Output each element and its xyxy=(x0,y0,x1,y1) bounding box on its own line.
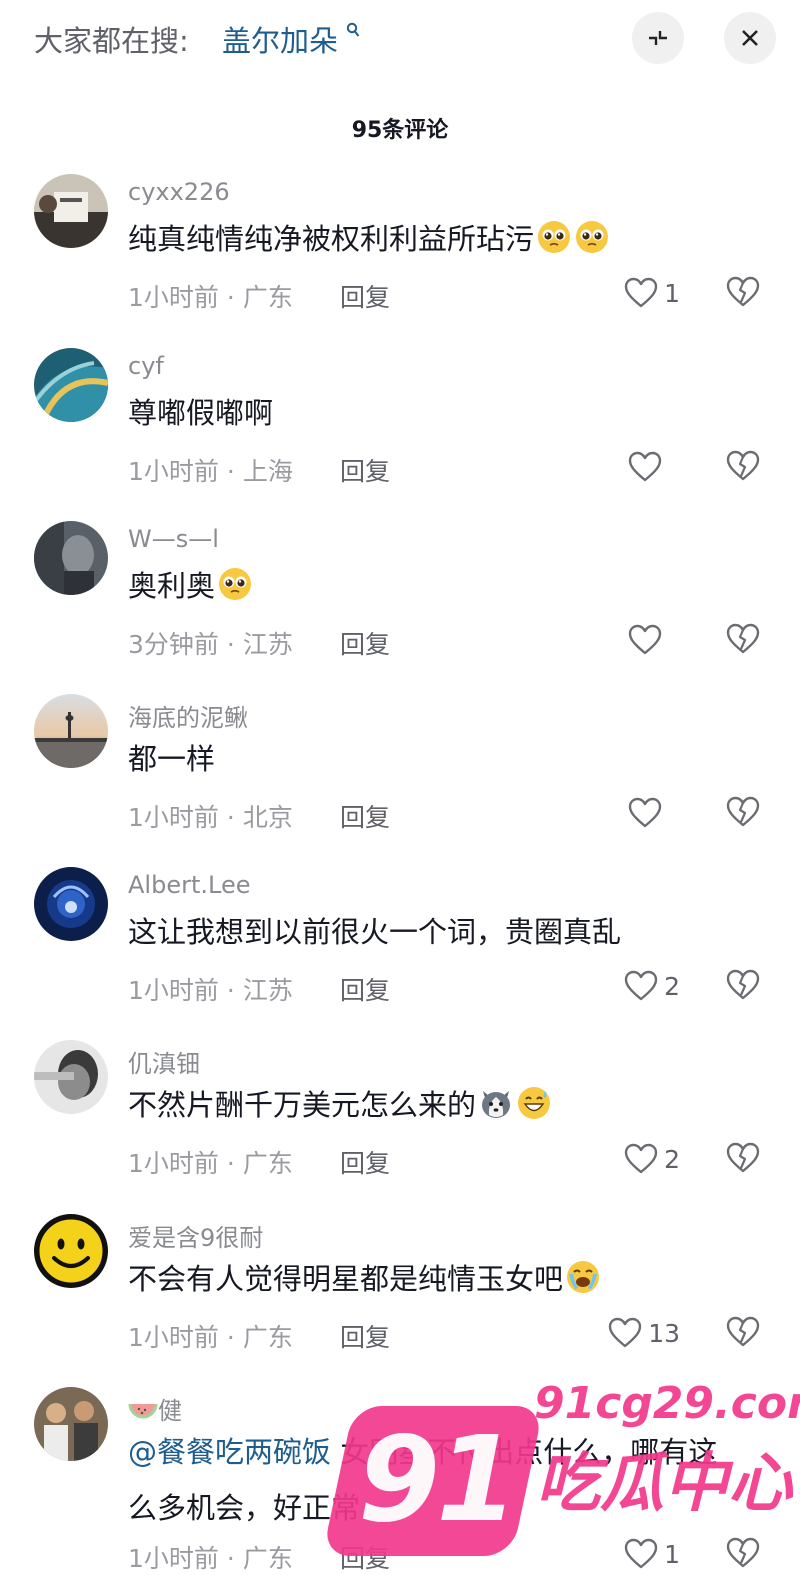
comment-meta: 1小时前 · 广东 xyxy=(128,1544,293,1573)
grinning-sweat-face-icon xyxy=(516,1085,552,1121)
watermelon-icon xyxy=(128,1403,158,1419)
reply-button[interactable]: 回复 xyxy=(340,1318,390,1354)
reply-button[interactable]: 回复 xyxy=(340,452,390,488)
comment-username[interactable]: Albert.Lee xyxy=(128,871,250,899)
comment-meta: 3分钟前 · 江苏 xyxy=(128,630,293,659)
like-count: 1 xyxy=(664,1539,680,1569)
comment-meta: 1小时前 · 北京 xyxy=(128,803,293,832)
heart-icon xyxy=(624,1143,658,1175)
like-count: 1 xyxy=(664,278,680,308)
reply-button[interactable]: 回复 xyxy=(340,625,390,661)
comment-count-title: 95条评论 xyxy=(351,118,449,143)
husky-face-icon xyxy=(478,1085,514,1121)
comment-username[interactable]: W—s—l xyxy=(128,525,219,553)
reply-button[interactable]: 回复 xyxy=(340,798,390,834)
comment-item: Albert.Lee 这让我想到以前很火一个词，贵圈真乱 1小时前 · 江苏 回复 … xyxy=(0,867,800,1037)
pleading-face-icon xyxy=(574,219,610,255)
comment-username[interactable]: 仉滇钿 xyxy=(128,1044,200,1079)
comment-text: 这让我想到以前很火一个词，贵圈真乱 xyxy=(128,915,622,949)
close-icon xyxy=(742,30,758,46)
loudly-crying-face-icon xyxy=(565,1259,601,1295)
broken-heart-icon[interactable] xyxy=(726,450,760,482)
comment-username[interactable]: cyxx226 xyxy=(128,178,230,206)
search-prefix: 大家都在搜: xyxy=(34,24,189,58)
comment-text: 奥利奥 xyxy=(128,563,253,605)
comment-item: 爱是含9很耐 不会有人觉得明星都是纯情玉女吧 1小时前 · 广东 回复 13 xyxy=(0,1214,800,1384)
avatar[interactable] xyxy=(34,1214,108,1288)
comment-text: 纯真纯情纯净被权利利益所玷污 xyxy=(128,216,610,258)
pleading-face-icon xyxy=(536,219,572,255)
comment-meta: 1小时前 · 广东 xyxy=(128,283,293,312)
mention-link[interactable]: @餐餐吃两碗饭 xyxy=(128,1435,331,1469)
search-icon[interactable] xyxy=(346,22,360,38)
heart-icon xyxy=(628,624,662,656)
reply-button[interactable]: 回复 xyxy=(340,971,390,1007)
comment-item: cyf 尊嘟假嘟啊 1小时前 · 上海 回复 xyxy=(0,348,800,518)
broken-heart-icon[interactable] xyxy=(726,623,760,655)
comment-item: 海底的泥鳅 都一样 1小时前 · 北京 回复 xyxy=(0,694,800,864)
reply-button[interactable]: 回复 xyxy=(340,1539,390,1575)
close-button[interactable] xyxy=(724,12,776,64)
avatar[interactable] xyxy=(34,1387,108,1461)
comment-text-line2: 么多机会，好正常 xyxy=(128,1491,361,1525)
avatar[interactable] xyxy=(34,174,108,248)
heart-icon xyxy=(624,277,658,309)
comment-text: @餐餐吃两碗饭 女明星不付出点什么，哪有这 xyxy=(128,1435,718,1469)
broken-heart-icon[interactable] xyxy=(726,1537,760,1569)
heart-icon xyxy=(628,451,662,483)
search-suggestion-link[interactable]: 盖尔加朵 xyxy=(222,18,338,60)
avatar[interactable] xyxy=(34,1040,108,1114)
broken-heart-icon[interactable] xyxy=(726,969,760,1001)
broken-heart-icon[interactable] xyxy=(726,1142,760,1174)
comment-username[interactable]: cyf xyxy=(128,352,164,380)
comment-username[interactable]: 爱是含9很耐 xyxy=(128,1218,263,1253)
like-button[interactable] xyxy=(628,794,680,832)
comment-meta: 1小时前 · 上海 xyxy=(128,457,293,486)
comment-item: cyxx226 纯真纯情纯净被权利利益所玷污 1小时前 · 广东 回复 1 xyxy=(0,174,800,344)
like-button[interactable] xyxy=(628,448,680,486)
like-button[interactable] xyxy=(628,621,680,659)
broken-heart-icon[interactable] xyxy=(726,796,760,828)
like-button[interactable]: 1 xyxy=(624,274,680,312)
comment-text: 尊嘟假嘟啊 xyxy=(128,396,274,430)
avatar[interactable] xyxy=(34,694,108,768)
comment-meta: 1小时前 · 广东 xyxy=(128,1149,293,1178)
reply-button[interactable]: 回复 xyxy=(340,278,390,314)
comment-meta: 1小时前 · 广东 xyxy=(128,1323,293,1352)
collapse-icon xyxy=(649,31,667,45)
broken-heart-icon[interactable] xyxy=(726,1316,760,1348)
like-button[interactable]: 2 xyxy=(624,967,680,1005)
like-count: 2 xyxy=(664,1144,680,1174)
collapse-button[interactable] xyxy=(632,12,684,64)
comment-item: 健 @餐餐吃两碗饭 女明星不付出点什么，哪有这 么多机会，好正常 1小时前 · 广东… xyxy=(0,1387,800,1573)
reply-button[interactable]: 回复 xyxy=(340,1144,390,1180)
comment-item: 仉滇钿 不然片酬千万美元怎么来的 1小时前 · 广东 回复 2 xyxy=(0,1040,800,1210)
comment-username[interactable]: 健 xyxy=(128,1391,182,1426)
broken-heart-icon[interactable] xyxy=(726,276,760,308)
like-count: 2 xyxy=(664,971,680,1001)
comment-text: 不会有人觉得明星都是纯情玉女吧 xyxy=(128,1256,601,1298)
comment-item: W—s—l 奥利奥 3分钟前 · 江苏 回复 xyxy=(0,521,800,691)
like-button[interactable]: 13 xyxy=(608,1314,680,1352)
like-button[interactable]: 1 xyxy=(624,1535,680,1573)
comment-text: 不然片酬千万美元怎么来的 xyxy=(128,1082,552,1124)
comment-username[interactable]: 海底的泥鳅 xyxy=(128,698,248,733)
heart-icon xyxy=(624,970,658,1002)
heart-icon xyxy=(624,1538,658,1570)
avatar[interactable] xyxy=(34,348,108,422)
like-count: 13 xyxy=(648,1318,680,1348)
comment-text: 都一样 xyxy=(128,742,216,776)
pleading-face-icon xyxy=(217,566,253,602)
comment-meta: 1小时前 · 江苏 xyxy=(128,976,293,1005)
heart-icon xyxy=(608,1317,642,1349)
like-button[interactable]: 2 xyxy=(624,1140,680,1178)
avatar[interactable] xyxy=(34,521,108,595)
top-bar: 大家都在搜: 盖尔加朵 xyxy=(0,0,800,80)
heart-icon xyxy=(628,797,662,829)
avatar[interactable] xyxy=(34,867,108,941)
